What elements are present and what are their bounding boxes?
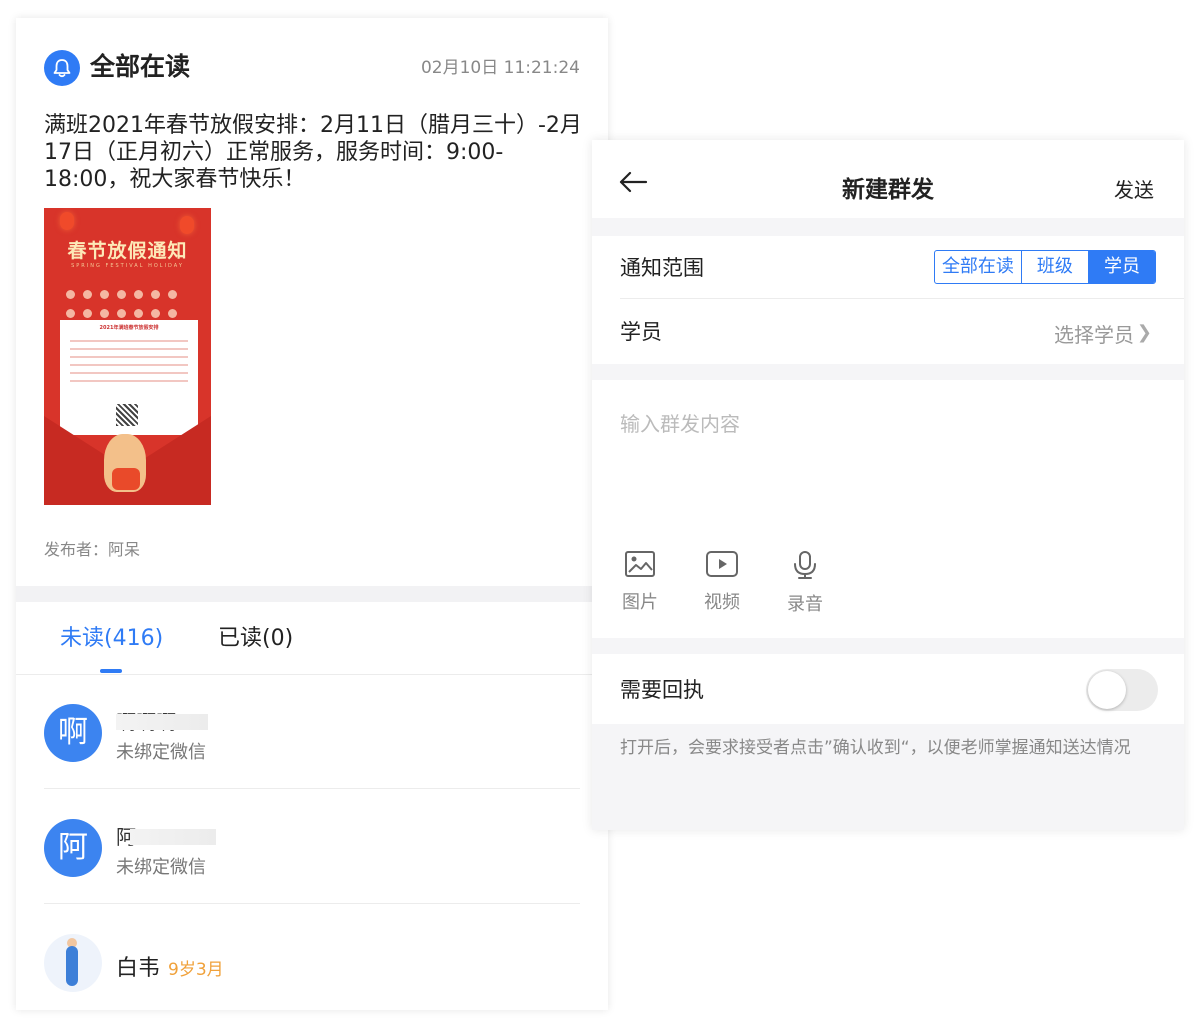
notice-time: 02月10日 11:21:24 bbox=[420, 58, 580, 78]
tab-indicator bbox=[100, 669, 122, 673]
lantern-icon bbox=[60, 212, 74, 230]
recipient-section: 通知范围 全部在读 班级 学员 学员 选择学员 ❯ bbox=[592, 236, 1184, 364]
tab-divider bbox=[16, 674, 608, 675]
new-broadcast-panel: 新建群发 发送 通知范围 全部在读 班级 学员 学员 选择学员 ❯ 输入群发内容… bbox=[592, 140, 1184, 830]
notice-detail-panel: 全部在读 02月10日 11:21:24 满班2021年春节放假安排：2月11日… bbox=[16, 18, 608, 1010]
notice-poster-image[interactable]: 春节放假通知 SPRING FESTIVAL HOLIDAY 2021年满班春节… bbox=[44, 208, 211, 505]
scope-option-class[interactable]: 班级 bbox=[1022, 251, 1089, 283]
name-blur-mask bbox=[116, 714, 208, 730]
wechat-status: 未绑定微信 bbox=[116, 742, 206, 763]
student-age: 9岁3月 bbox=[168, 960, 224, 980]
video-label: 视频 bbox=[704, 592, 740, 613]
publisher: 发布者：阿呆 bbox=[44, 540, 141, 559]
tab-read[interactable]: 已读(0) bbox=[218, 624, 293, 654]
receipt-hint: 打开后，会要求接受者点击”确认收到“，以便老师掌握通知送达情况 bbox=[620, 738, 1131, 758]
microphone-icon bbox=[794, 551, 816, 579]
poster-calendar bbox=[62, 286, 192, 324]
notice-body: 满班2021年春节放假安排：2月11日（腊月三十）-2月17日（正月初六）正常服… bbox=[44, 113, 582, 192]
video-button[interactable]: 视频 bbox=[692, 550, 752, 614]
lantern-icon bbox=[180, 216, 194, 234]
avatar: 阿 bbox=[44, 819, 102, 877]
name-blur-mask bbox=[130, 829, 216, 845]
image-button[interactable]: 图片 bbox=[610, 550, 670, 614]
choose-student-link[interactable]: 选择学员 bbox=[1054, 319, 1134, 348]
poster-subtitle: SPRING FESTIVAL HOLIDAY bbox=[71, 263, 184, 269]
list-item[interactable]: 啊 啊啊啊 未绑定微信 bbox=[44, 704, 580, 814]
page-title: 新建群发 bbox=[842, 177, 934, 203]
list-item[interactable]: 阿 阿 未绑定微信 bbox=[44, 819, 580, 929]
content-section: 输入群发内容 图片 视频 录音 bbox=[592, 380, 1184, 638]
nav-bar: 新建群发 发送 bbox=[592, 140, 1184, 218]
wechat-status: 未绑定微信 bbox=[116, 857, 206, 878]
student-label: 学员 bbox=[620, 320, 662, 344]
record-button[interactable]: 录音 bbox=[775, 550, 835, 616]
poster-letter-title: 2021年满班春节放假安排 bbox=[99, 325, 159, 331]
receipt-section: 需要回执 bbox=[592, 654, 1184, 724]
scope-option-all[interactable]: 全部在读 bbox=[935, 251, 1022, 283]
poster-title: 春节放假通知 bbox=[67, 240, 188, 262]
qr-code-icon bbox=[116, 404, 138, 426]
scope-label: 通知范围 bbox=[620, 256, 704, 280]
student-name: 白韦 bbox=[116, 956, 161, 981]
notice-header: 全部在读 02月10日 11:21:24 bbox=[44, 48, 580, 88]
scope-option-student[interactable]: 学员 bbox=[1088, 251, 1155, 283]
list-item[interactable]: 白韦 9岁3月 bbox=[44, 934, 580, 1010]
avatar bbox=[44, 934, 102, 992]
receipt-label: 需要回执 bbox=[620, 678, 704, 702]
tab-unread[interactable]: 未读(416) bbox=[60, 624, 163, 654]
receipt-toggle[interactable] bbox=[1086, 669, 1158, 711]
section-gap bbox=[16, 586, 608, 602]
image-icon bbox=[625, 551, 655, 577]
scope-segmented-control: 全部在读 班级 学员 bbox=[934, 250, 1156, 284]
send-button[interactable]: 发送 bbox=[1114, 174, 1154, 203]
bell-icon bbox=[44, 50, 80, 86]
chevron-right-icon[interactable]: ❯ bbox=[1137, 322, 1152, 343]
notice-title: 全部在读 bbox=[90, 52, 191, 81]
image-label: 图片 bbox=[622, 592, 658, 613]
toggle-knob bbox=[1088, 671, 1126, 709]
video-icon bbox=[706, 551, 738, 577]
content-input[interactable]: 输入群发内容 bbox=[620, 408, 740, 437]
avatar: 啊 bbox=[44, 704, 102, 762]
record-label: 录音 bbox=[787, 594, 823, 615]
